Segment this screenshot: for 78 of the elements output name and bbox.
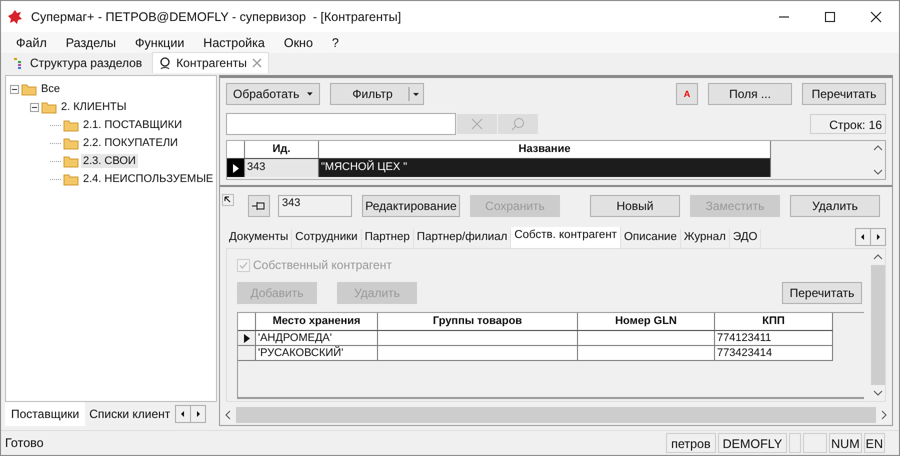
folder-icon xyxy=(63,172,79,186)
action-button[interactable]: Удалить xyxy=(790,195,880,217)
tree-item[interactable]: 2. КЛИЕНТЫ xyxy=(59,100,129,114)
app-logo-icon xyxy=(7,8,23,24)
table-cell: 343 xyxy=(245,159,319,177)
header-corner-cell xyxy=(238,313,256,331)
caret-icon xyxy=(307,92,313,96)
tree-item[interactable]: 2.3. СВОИ xyxy=(81,154,138,168)
filter-button[interactable]: Фильтр xyxy=(330,83,424,105)
folder-icon xyxy=(63,154,79,168)
scroll-down-icon[interactable] xyxy=(872,389,882,397)
menu-item[interactable]: Настройка xyxy=(203,36,265,50)
menu-item[interactable]: Окно xyxy=(284,36,313,50)
menu-item[interactable]: Файл xyxy=(16,36,47,50)
table-cell: 'АНДРОМЕДА' xyxy=(256,331,378,346)
scroll-left-icon[interactable] xyxy=(224,410,232,420)
scroll-down-icon[interactable] xyxy=(873,168,883,176)
folder-icon xyxy=(63,118,79,132)
row-indicator-cell[interactable] xyxy=(227,159,245,177)
scroll-right-icon[interactable] xyxy=(880,410,888,420)
process-button[interactable]: Обработать xyxy=(226,83,320,105)
folder-icon xyxy=(41,100,57,114)
reload-button[interactable]: Перечитать xyxy=(802,83,886,105)
status-panel xyxy=(789,433,802,453)
search-field[interactable] xyxy=(226,113,456,135)
row-indicator-cell[interactable] xyxy=(238,331,256,346)
table-cell: 773423414 xyxy=(715,346,833,361)
search-icon xyxy=(511,117,525,131)
status-message: Готово xyxy=(4,436,44,450)
menu-item[interactable]: ? xyxy=(332,36,339,50)
status-panel: DEMOFLY xyxy=(718,433,788,453)
document-tab[interactable]: Структура разделов xyxy=(7,53,148,73)
action-button[interactable]: Новый xyxy=(590,195,680,217)
collapse-icon[interactable] xyxy=(30,102,39,112)
folder-icon xyxy=(63,136,79,150)
window-title: Супермаг+ - ПЕТРОВ@DEMOFLY - супервизор - [Контрагенты] xyxy=(31,10,402,24)
collapse-icon[interactable] xyxy=(10,84,19,94)
column-header[interactable]: Номер GLN xyxy=(578,313,715,331)
row-count: Строк: 16 xyxy=(810,114,886,134)
table-cell: "МЯСНОЙ ЦЕХ " xyxy=(319,159,771,177)
close-icon xyxy=(471,118,483,130)
caret-icon[interactable] xyxy=(408,84,422,104)
status-indicator: NUM xyxy=(829,433,862,453)
person-icon xyxy=(159,57,172,69)
action-button[interactable]: Редактирование xyxy=(362,195,460,217)
scroll-up-icon[interactable] xyxy=(873,144,883,152)
tree-item[interactable]: 2.2. ПОКУПАТЕЛИ xyxy=(81,136,180,150)
column-header[interactable]: КПП xyxy=(715,313,833,331)
fields-button[interactable]: Поля ... xyxy=(708,83,792,105)
header-corner-cell xyxy=(227,141,245,159)
column-header[interactable]: Группы товаров xyxy=(378,313,578,331)
table-cell: 774123411 xyxy=(715,331,833,346)
row-indicator-cell[interactable] xyxy=(238,346,256,361)
close-icon[interactable] xyxy=(870,10,882,22)
tree-item[interactable]: Все xyxy=(39,82,62,96)
pin-button[interactable] xyxy=(248,195,270,217)
folder-icon xyxy=(21,82,37,96)
reload-button[interactable]: Перечитать xyxy=(782,282,862,304)
menu-item[interactable]: Функции xyxy=(135,36,184,50)
column-header[interactable]: Ид. xyxy=(245,141,319,159)
status-panel: петров xyxy=(666,433,716,453)
bottom-tab[interactable]: Поставщики xyxy=(5,402,86,426)
menu-item[interactable]: Разделы xyxy=(66,36,116,50)
bottom-tab[interactable]: Списки клиент xyxy=(85,404,174,424)
document-tab[interactable]: Контрагенты xyxy=(152,52,269,73)
status-panel xyxy=(803,433,828,453)
maximize-icon[interactable] xyxy=(824,10,836,22)
table-cell: 'РУСАКОВСКИЙ' xyxy=(256,346,378,361)
status-indicator: EN xyxy=(864,433,885,453)
column-header[interactable]: Название xyxy=(319,141,771,159)
tree-item[interactable]: 2.1. ПОСТАВЩИКИ xyxy=(81,118,184,132)
tree-item[interactable]: 2.4. НЕИСПОЛЬЗУЕМЫЕ xyxy=(81,172,216,186)
scroll-up-icon[interactable] xyxy=(872,253,882,261)
column-header[interactable]: Место хранения xyxy=(256,313,378,331)
pin-icon xyxy=(252,201,266,211)
checkbox-label: Собственный контрагент xyxy=(253,258,392,272)
detail-tab[interactable]: Собств. контрагент xyxy=(511,227,621,248)
id-field[interactable]: 343 xyxy=(278,195,352,217)
